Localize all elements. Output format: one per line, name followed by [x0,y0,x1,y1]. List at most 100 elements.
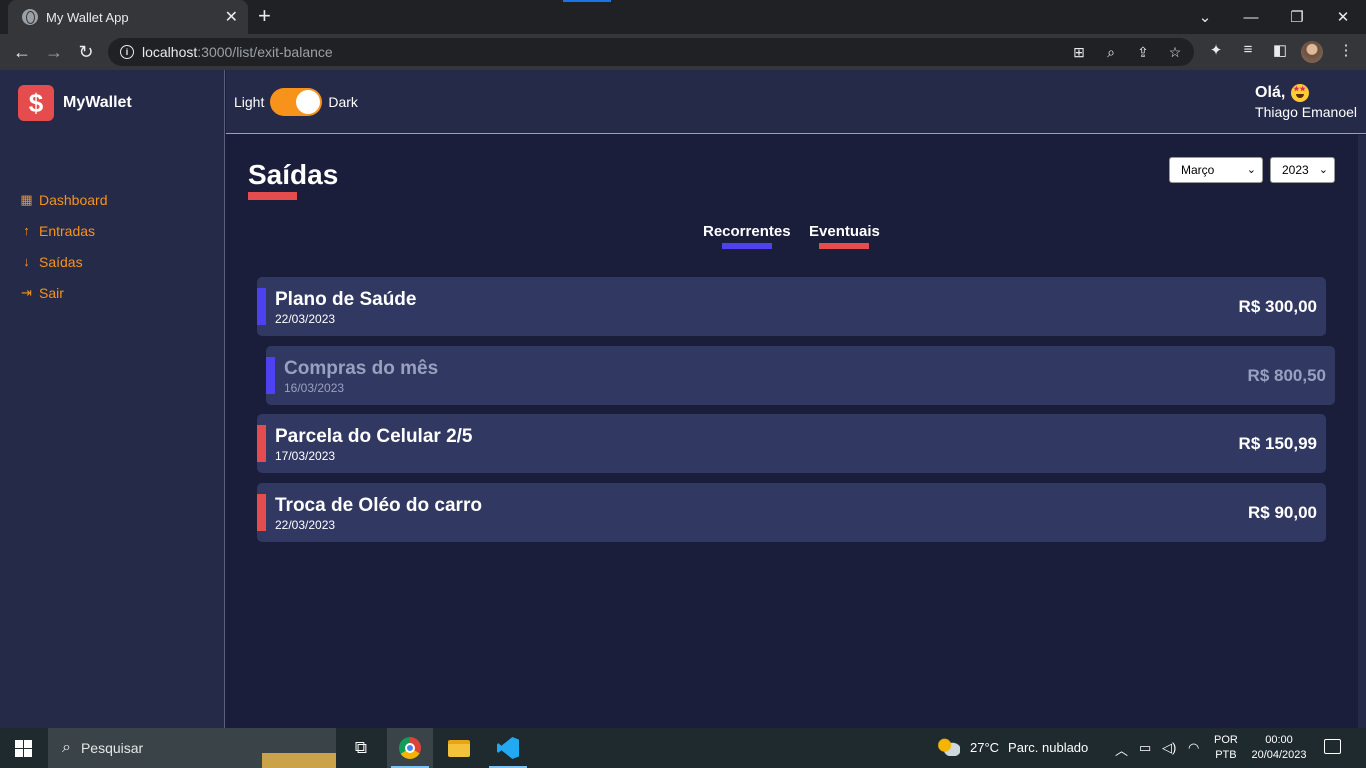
browser-tab[interactable]: My Wallet App ✕ [8,0,248,34]
month-select[interactable]: Março ⌄ [1169,157,1263,183]
task-view-button[interactable]: ⧉ [338,728,384,768]
keyboard-layout: PTB [1215,749,1237,761]
page-title: Saídas [248,159,339,190]
browser-toolbar: ← → ↻ i localhost :3000/list/exit-balanc… [0,34,1366,70]
transaction-title: Plano de Saúde [275,289,417,310]
notifications-icon[interactable] [1324,739,1341,754]
extensions-icon[interactable]: ✦ [1206,41,1226,59]
dashboard-icon: ▦ [20,191,33,207]
sidebar-item-saidas[interactable]: ↓ Saídas [20,246,108,277]
transaction-date: 17/03/2023 [275,449,336,463]
sidebar-item-entradas[interactable]: ↑ Entradas [20,215,108,246]
close-window-icon[interactable]: ✕ [1320,0,1366,34]
star-struck-emoji-icon [1291,84,1310,102]
toggle-knob [296,90,321,114]
transaction-amount: R$ 800,50 [1247,366,1326,385]
transaction-amount: R$ 150,99 [1238,434,1317,453]
battery-icon[interactable]: ▭ [1139,740,1151,756]
transaction-date: 22/03/2023 [275,518,336,532]
main-content: Saídas Março ⌄ 2023 ⌄ Recorrentes Eventu… [226,135,1366,728]
content-scrollbar[interactable] [1358,135,1366,728]
chrome-icon [399,737,421,759]
brand-name: MyWallet [63,94,132,111]
forward-icon[interactable]: → [42,40,66,64]
year-select[interactable]: 2023 ⌄ [1270,157,1335,183]
restore-icon[interactable]: ❐ [1274,0,1320,34]
wifi-icon[interactable]: ◠ [1188,740,1199,756]
sidebar-item-sair[interactable]: ⇥ Sair [20,277,108,308]
profile-avatar[interactable] [1301,41,1323,63]
vscode-icon [497,737,519,759]
windows-start-icon[interactable] [15,740,32,757]
brand: $ MyWallet [18,85,132,121]
temperature: 27°C [970,739,1000,755]
media-queue-icon[interactable]: ≡ [1238,41,1258,58]
user-name: Thiago Emanoel [1255,104,1357,120]
folder-icon [448,739,470,757]
theme-toggle[interactable] [270,88,323,116]
transaction-title: Compras do mês [284,358,439,379]
transaction-card[interactable]: Compras do mês 16/03/2023 R$ 800,50 [266,346,1335,405]
search-icon: ⌕ [62,739,71,756]
frequency-tag [257,425,266,462]
chevron-down-icon: ⌄ [1246,164,1256,176]
chevron-down-icon: ⌄ [1318,164,1328,176]
arrow-up-icon: ↑ [23,223,30,238]
frequency-tag [266,357,275,394]
eventual-indicator [819,243,869,249]
chevron-up-icon[interactable]: ︿ [1115,740,1128,759]
share-icon[interactable]: ⇪ [1134,44,1152,61]
partly-cloudy-icon [938,738,960,756]
vscode-taskbar-button[interactable] [485,728,531,768]
transaction-date: 16/03/2023 [284,381,345,395]
tab-title: My Wallet App [46,9,129,25]
new-tab-button[interactable]: + [258,3,271,29]
sidebar-item-label: Entradas [39,222,96,239]
clock-date: 20/04/2023 [1251,749,1307,761]
file-explorer-taskbar-button[interactable] [436,728,482,768]
language-indicator[interactable]: POR PTB [1214,733,1238,763]
translate-icon[interactable]: ⊞ [1070,44,1088,61]
browser-tab-strip: My Wallet App ✕ + ⌄ — ❐ ✕ [0,0,1366,34]
title-underline [248,192,297,200]
site-info-icon[interactable]: i [120,45,134,59]
sidebar-menu: ▦ Dashboard ↑ Entradas ↓ Saídas ⇥ Sair [20,184,108,308]
filter-eventual-button[interactable]: Eventuais [809,223,880,240]
light-label: Light [234,94,265,110]
search-highlight-image [262,730,336,768]
sidebar-item-dashboard[interactable]: ▦ Dashboard [20,184,107,215]
transaction-card[interactable]: Plano de Saúde 22/03/2023 R$ 300,00 [257,277,1326,336]
close-tab-icon[interactable]: ✕ [225,7,238,27]
transaction-card[interactable]: Parcela do Celular 2/5 17/03/2023 R$ 150… [257,414,1326,473]
language-code: POR [1214,734,1238,746]
volume-icon[interactable]: ◁) [1162,740,1176,756]
weather-widget[interactable]: 27°C Parc. nublado [938,738,1088,756]
back-icon[interactable]: ← [10,40,34,64]
minimize-icon[interactable]: — [1228,0,1274,34]
side-panel-icon[interactable]: ◧ [1270,41,1290,59]
chrome-taskbar-button[interactable] [387,728,433,768]
bookmark-star-icon[interactable]: ☆ [1166,44,1184,61]
transaction-date: 22/03/2023 [275,312,336,326]
weather-description: Parc. nublado [1008,739,1089,755]
transaction-card[interactable]: Troca de Oléo do carro 22/03/2023 R$ 90,… [257,483,1326,542]
month-select-value: Março [1181,163,1215,177]
year-select-value: 2023 [1282,163,1309,177]
tab-search-chevron-icon[interactable]: ⌄ [1182,0,1228,34]
system-clock[interactable]: 00:00 20/04/2023 [1248,733,1310,763]
sidebar-item-label: Saídas [39,253,83,270]
task-view-icon: ⧉ [354,738,368,757]
user-greeting: Olá, Thiago Emanoel [1255,84,1357,120]
globe-icon [22,9,38,25]
zoom-icon[interactable]: ⌕ [1102,44,1120,61]
tab-drag-indicator [563,0,611,2]
frequency-tag [257,494,266,531]
transaction-amount: R$ 90,00 [1248,503,1317,522]
wallet-logo-icon: $ [18,85,54,121]
url-host: localhost [142,44,198,60]
browser-menu-icon[interactable]: ⋮ [1336,41,1356,59]
reload-icon[interactable]: ↻ [74,40,98,64]
filter-recurring-button[interactable]: Recorrentes [703,223,791,240]
address-bar[interactable]: i localhost :3000/list/exit-balance ⊞ ⌕ … [108,38,1194,66]
sidebar: $ MyWallet ▦ Dashboard ↑ Entradas ↓ Saíd… [0,70,225,728]
